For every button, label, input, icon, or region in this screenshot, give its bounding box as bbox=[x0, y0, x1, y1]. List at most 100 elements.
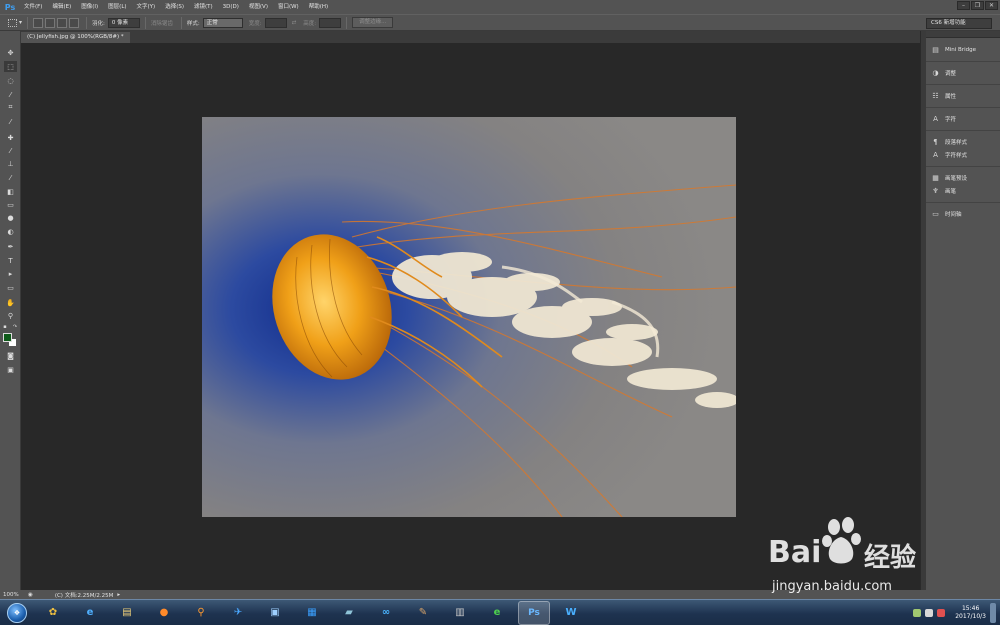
intersect-selection-icon[interactable] bbox=[69, 17, 80, 28]
pen-tool-icon[interactable]: ✒ bbox=[4, 241, 17, 252]
eyedropper-tool-icon[interactable]: ⁄ bbox=[4, 116, 17, 127]
dodge-tool-icon[interactable]: ◐ bbox=[4, 226, 17, 237]
menu-filter[interactable]: 滤镜(T) bbox=[189, 0, 218, 14]
panel-mini-bridge[interactable]: ▤ Mini Bridge bbox=[926, 43, 1000, 56]
panel-character[interactable]: A 字符 bbox=[926, 112, 1000, 125]
clone-stamp-tool-icon[interactable]: ⊥ bbox=[4, 158, 17, 169]
file-explorer-icon[interactable]: ▤ bbox=[111, 601, 143, 625]
blur-tool-icon[interactable]: ● bbox=[4, 212, 17, 223]
grid-app-icon[interactable]: ▦ bbox=[296, 601, 328, 625]
status-icon[interactable]: ◉ bbox=[28, 592, 33, 598]
brush-presets-icon: ▦ bbox=[932, 173, 939, 182]
ie-browser-icon[interactable]: e bbox=[74, 601, 106, 625]
lasso-tool-icon[interactable]: ◌ bbox=[4, 75, 17, 86]
status-menu-arrow-icon[interactable]: ▸ bbox=[117, 592, 120, 598]
divider bbox=[144, 16, 146, 29]
menu-type[interactable]: 文字(Y) bbox=[132, 0, 161, 14]
new-selection-icon[interactable] bbox=[33, 17, 44, 28]
gradient-tool-icon[interactable]: ▭ bbox=[4, 199, 17, 210]
show-desktop-button[interactable] bbox=[990, 603, 996, 623]
path-select-tool-icon[interactable]: ▸ bbox=[4, 268, 17, 279]
default-colors-icon[interactable]: ▪ bbox=[1, 321, 9, 332]
mini-bridge-icon: ▤ bbox=[932, 45, 939, 54]
restore-button[interactable]: ❐ bbox=[971, 1, 984, 10]
rectangle-tool-icon[interactable]: ▭ bbox=[4, 282, 17, 293]
divider bbox=[926, 161, 1000, 167]
width-input[interactable] bbox=[264, 17, 287, 28]
subtract-selection-icon[interactable] bbox=[57, 17, 68, 28]
firefox-icon[interactable]: ● bbox=[148, 601, 180, 625]
network-icon[interactable] bbox=[913, 609, 922, 617]
notes-app-icon[interactable]: ▰ bbox=[333, 601, 365, 625]
menu-select[interactable]: 选择(S) bbox=[160, 0, 189, 14]
start-button[interactable]: ❖ bbox=[4, 601, 30, 625]
healing-brush-tool-icon[interactable]: ✚ bbox=[4, 132, 17, 143]
hand-tool-icon[interactable]: ✋ bbox=[4, 297, 17, 308]
menu-layer[interactable]: 图层(L) bbox=[103, 0, 131, 14]
panel-header[interactable] bbox=[926, 31, 1000, 38]
panel-properties[interactable]: ☷ 属性 bbox=[926, 89, 1000, 102]
swap-colors-icon[interactable]: ↷ bbox=[11, 321, 19, 332]
baidu-netdisk-icon[interactable]: ∞ bbox=[370, 601, 402, 625]
panel-brush-presets[interactable]: ▦ 画笔预设 bbox=[926, 171, 1000, 184]
windows-logo-icon: ❖ bbox=[7, 602, 27, 623]
refine-edge-button[interactable]: 调整边缘... bbox=[352, 17, 394, 28]
zoom-level[interactable]: 100% bbox=[0, 592, 26, 598]
quick-mask-icon[interactable]: ◙ bbox=[4, 350, 17, 361]
feather-input[interactable]: 0 像素 bbox=[107, 17, 140, 28]
panel-adjustments[interactable]: ◑ 调整 bbox=[926, 66, 1000, 79]
menu-file[interactable]: 文件(F) bbox=[19, 0, 47, 14]
watermark-url: jingyan.baidu.com bbox=[772, 579, 892, 594]
menu-view[interactable]: 视图(V) bbox=[244, 0, 273, 14]
remote-desktop-icon[interactable]: ▣ bbox=[259, 601, 291, 625]
document-tab[interactable]: (C) Jellyfish.jpg @ 100%(RGB/8#) * bbox=[21, 32, 130, 43]
move-tool-icon[interactable]: ✥ bbox=[4, 47, 17, 58]
foreground-color-swatch[interactable] bbox=[3, 333, 12, 342]
panel-character-styles[interactable]: A 字符样式 bbox=[926, 148, 1000, 161]
windows-taskbar: ❖ ✿ e ▤ ● ⚲ ✈ ▣ ▦ ▰ ∞ ✎ ▥ e Ps W 15:46 2… bbox=[0, 599, 1000, 625]
rect-marquee-tool-icon[interactable]: ⬚ bbox=[4, 61, 17, 72]
ie-green-icon[interactable]: e bbox=[481, 601, 513, 625]
close-button[interactable]: ✕ bbox=[985, 1, 998, 10]
eraser-tool-icon[interactable]: ◧ bbox=[4, 186, 17, 197]
menu-help[interactable]: 帮助(H) bbox=[304, 0, 333, 14]
calculator-icon[interactable]: ▥ bbox=[444, 601, 476, 625]
type-tool-icon[interactable]: T bbox=[4, 255, 17, 266]
swap-icon[interactable]: ⇄ bbox=[292, 20, 297, 26]
jellyfish-image[interactable] bbox=[202, 117, 736, 517]
feishu-app-icon[interactable]: ✈ bbox=[222, 601, 254, 625]
wps-icon[interactable]: W bbox=[555, 601, 587, 625]
flag-icon[interactable] bbox=[925, 609, 934, 617]
panel-timeline[interactable]: ▭ 时间轴 bbox=[926, 207, 1000, 220]
menu-edit[interactable]: 编辑(E) bbox=[47, 0, 76, 14]
antialias-checkbox[interactable]: 消除锯齿 bbox=[151, 19, 173, 27]
history-brush-tool-icon[interactable]: ⁄ bbox=[4, 172, 17, 183]
height-label: 高度: bbox=[303, 20, 317, 27]
height-input[interactable] bbox=[319, 17, 342, 28]
panel-brush[interactable]: ♆ 画笔 bbox=[926, 184, 1000, 197]
quick-select-tool-icon[interactable]: ⁄ bbox=[4, 89, 17, 100]
crop-tool-icon[interactable]: ⌗ bbox=[4, 102, 17, 113]
panel-paragraph-styles[interactable]: ¶ 段落样式 bbox=[926, 135, 1000, 148]
workspace-switcher[interactable]: CS6 新增功能 bbox=[926, 18, 992, 29]
brush-tool-icon[interactable]: ⁄ bbox=[4, 145, 17, 156]
canvas-area[interactable] bbox=[21, 43, 920, 590]
style-select[interactable]: 正常 bbox=[202, 17, 243, 28]
volume-icon[interactable] bbox=[937, 609, 946, 617]
menu-image[interactable]: 图像(I) bbox=[76, 0, 103, 14]
photoshop-taskbar-icon[interactable]: Ps bbox=[518, 600, 550, 625]
zoom-tool-icon[interactable]: ⚲ bbox=[4, 310, 17, 321]
document-info[interactable]: (C) 文档:2.25M/2.25M bbox=[55, 591, 114, 599]
tool-preset-picker[interactable]: ▾ bbox=[8, 18, 22, 27]
paint-app-icon[interactable]: ✎ bbox=[407, 601, 439, 625]
panel-label: 画笔 bbox=[945, 188, 957, 195]
minimize-button[interactable]: – bbox=[957, 1, 970, 10]
search-tool-icon[interactable]: ⚲ bbox=[185, 601, 217, 625]
photos-app-icon[interactable]: ✿ bbox=[37, 601, 69, 625]
add-to-selection-icon[interactable] bbox=[45, 17, 56, 28]
menu-3d[interactable]: 3D(D) bbox=[218, 0, 244, 14]
divider bbox=[926, 56, 1000, 62]
menu-window[interactable]: 窗口(W) bbox=[273, 0, 304, 14]
taskbar-clock[interactable]: 15:46 2017/10/3 bbox=[955, 605, 986, 621]
screen-mode-icon[interactable]: ▣ bbox=[4, 364, 17, 375]
